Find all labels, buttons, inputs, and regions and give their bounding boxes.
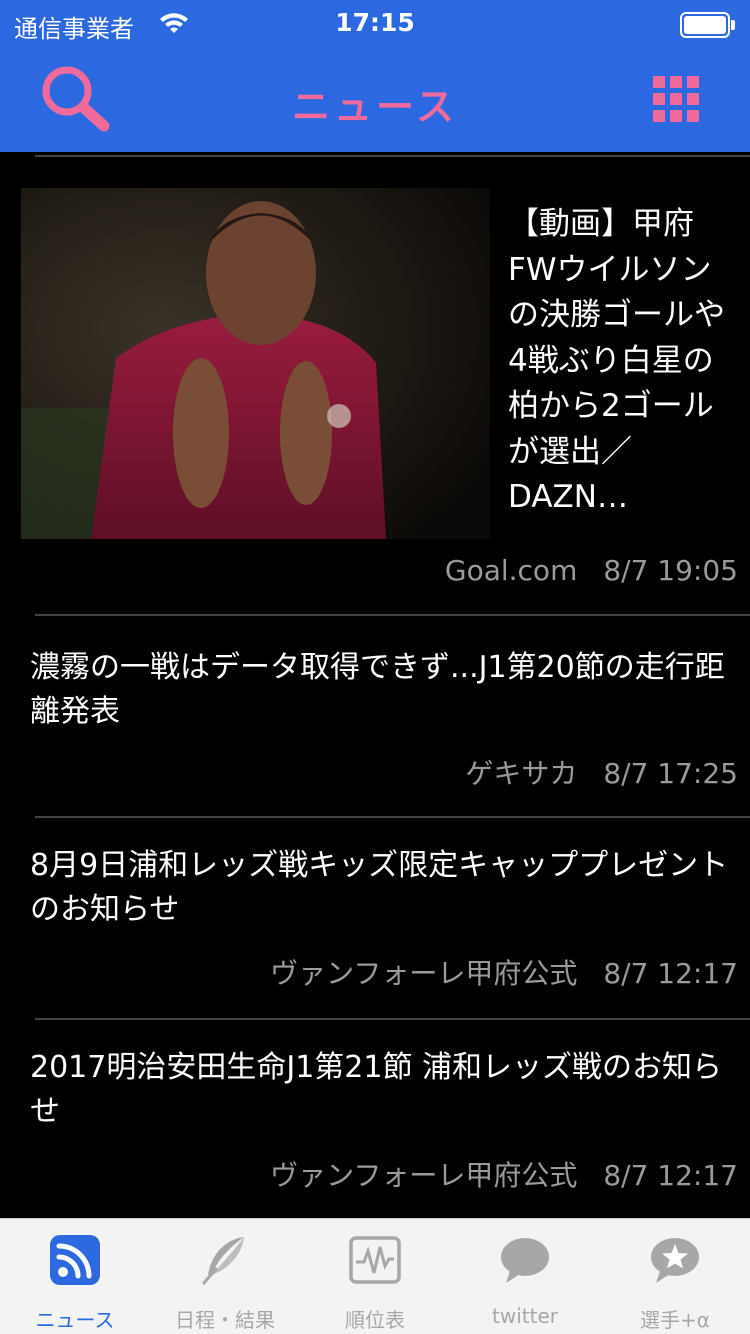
feather-icon: [202, 1237, 244, 1285]
tab-label: 順位表: [345, 1308, 405, 1332]
tab-news[interactable]: ニュース: [0, 1219, 150, 1334]
article-source: ゲキサカ: [465, 757, 578, 790]
chart-icon: [349, 1236, 401, 1284]
news-feed[interactable]: 【動画】甲府FWウイルソンの決勝ゴールや4戦ぶり白星の柏から2ゴールが選出／DA…: [0, 152, 750, 1218]
article-date: 8/7 12:17: [603, 957, 738, 990]
article-source: Goal.com: [444, 554, 578, 587]
news-item-featured[interactable]: 【動画】甲府FWウイルソンの決勝ゴールや4戦ぶり白星の柏から2ゴールが選出／DA…: [0, 152, 750, 614]
article-meta: ゲキサカ 8/7 17:25: [465, 752, 738, 792]
status-bar: 通信事業者 17:15: [0, 0, 750, 43]
tab-schedule[interactable]: 日程・結果: [150, 1219, 300, 1334]
article-date: 8/7 19:05: [603, 554, 738, 587]
top-bar: 通信事業者 17:15 ニュース: [0, 0, 750, 152]
article-date: 8/7 17:25: [603, 757, 738, 790]
tab-label: ニュース: [35, 1308, 115, 1332]
news-item[interactable]: 濃霧の一戦はデータ取得できず...J1第20節の走行距離発表 ゲキサカ 8/7 1…: [0, 616, 750, 816]
tab-twitter[interactable]: twitter: [450, 1219, 600, 1334]
speech-bubble-icon: [501, 1238, 549, 1283]
tab-standings[interactable]: 順位表: [300, 1219, 450, 1334]
article-title[interactable]: 2017明治安田生命J1第21節 浦和レッズ戦のお知らせ: [30, 1046, 745, 1134]
tab-label: 選手+α: [640, 1308, 710, 1332]
tab-label: twitter: [492, 1304, 558, 1328]
rss-icon: [50, 1235, 100, 1285]
battery-icon: [680, 12, 736, 38]
tab-bar: ニュース 日程・結果 順位表 twitter 選手+α: [0, 1218, 750, 1334]
grid-menu-icon[interactable]: [653, 76, 699, 122]
article-date: 8/7 12:17: [603, 1159, 738, 1192]
tab-players[interactable]: 選手+α: [600, 1219, 750, 1334]
article-source: ヴァンフォーレ甲府公式: [270, 957, 578, 990]
article-meta: ヴァンフォーレ甲府公式 8/7 12:17: [270, 952, 738, 992]
article-meta: Goal.com 8/7 19:05: [445, 554, 738, 587]
article-title[interactable]: 濃霧の一戦はデータ取得できず...J1第20節の走行距離発表: [30, 646, 745, 734]
article-title[interactable]: 【動画】甲府FWウイルソンの決勝ゴールや4戦ぶり白星の柏から2ゴールが選出／DA…: [508, 202, 728, 521]
tab-label: 日程・結果: [175, 1308, 275, 1332]
article-meta: ヴァンフォーレ甲府公式 8/7 12:17: [270, 1154, 738, 1194]
article-source: ヴァンフォーレ甲府公式: [270, 1159, 578, 1192]
article-title[interactable]: 8月9日浦和レッズ戦キッズ限定キャッププレゼントのお知らせ: [30, 844, 745, 932]
star-bubble-icon: [651, 1238, 699, 1283]
news-item[interactable]: 8月9日浦和レッズ戦キッズ限定キャッププレゼントのお知らせ ヴァンフォーレ甲府公…: [0, 818, 750, 1018]
news-item[interactable]: 2017明治安田生命J1第21節 浦和レッズ戦のお知らせ ヴァンフォーレ甲府公式…: [0, 1020, 750, 1218]
page-title: ニュース: [291, 85, 459, 129]
article-photo: [21, 188, 490, 539]
status-time: 17:15: [335, 8, 415, 37]
